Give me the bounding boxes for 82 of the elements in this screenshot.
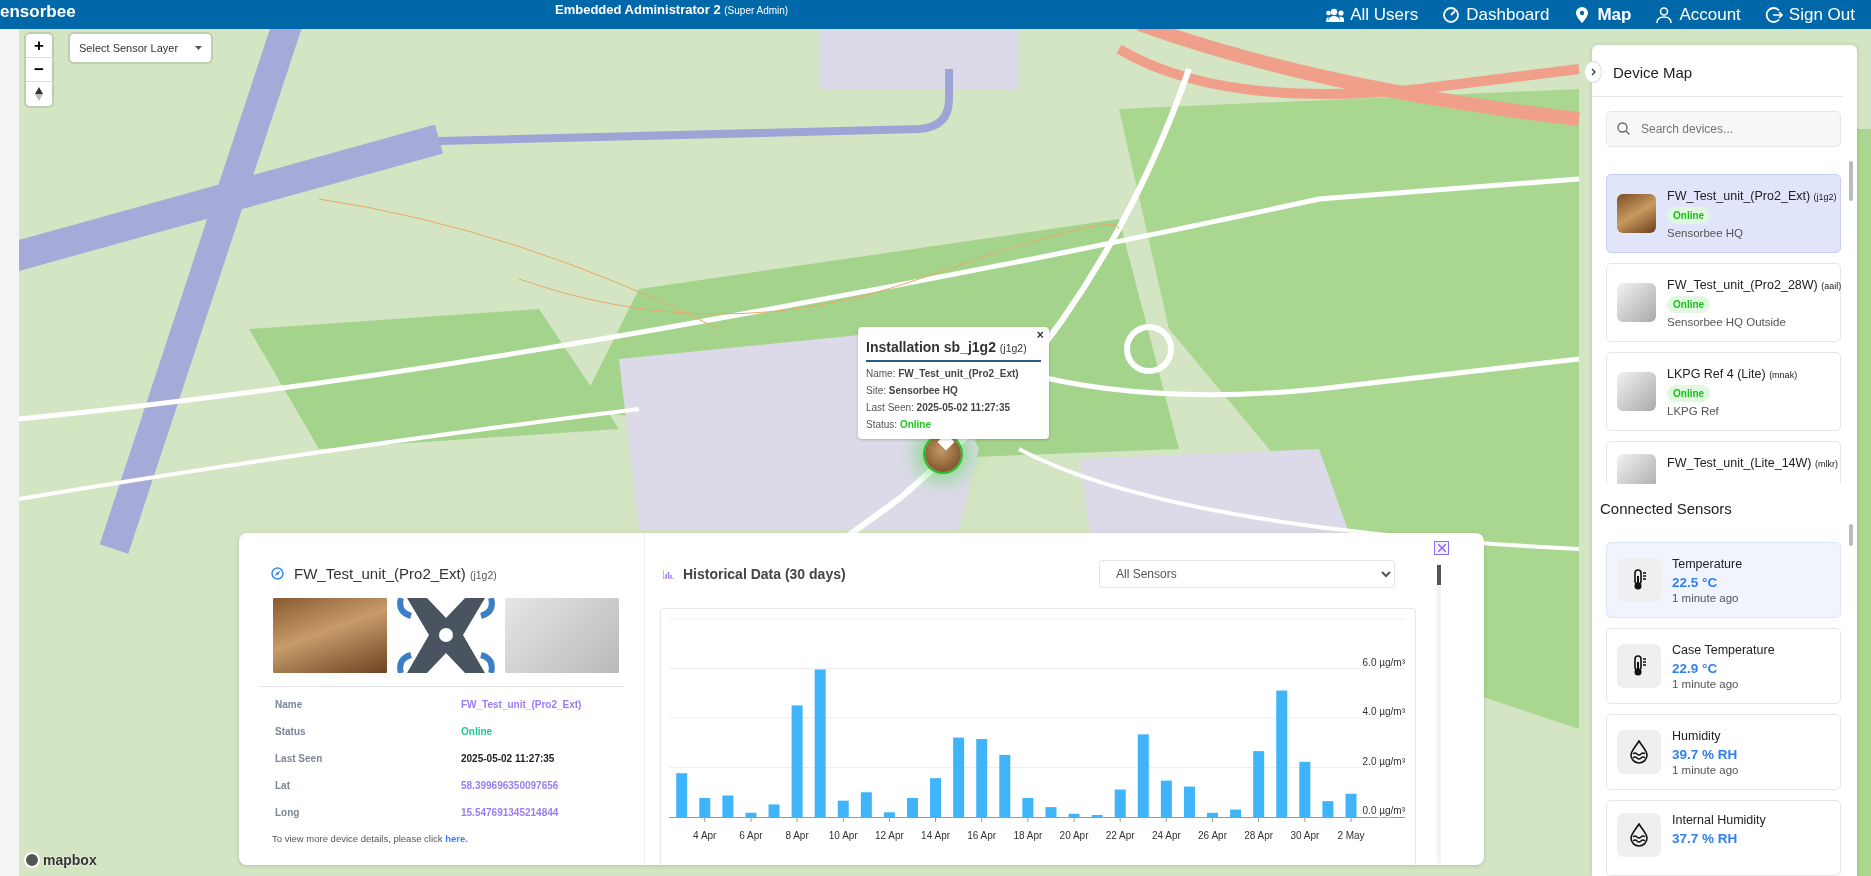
brand-name: ensorbee xyxy=(0,1,77,22)
x-tick-label: 4 Apr xyxy=(693,830,717,841)
y-tick-label: 2.0 µg/m³ xyxy=(1362,755,1405,767)
field-label: Last Seen xyxy=(275,753,324,764)
zoom-out-button[interactable]: − xyxy=(26,58,52,82)
popup-field: Site: Sensorbee HQ xyxy=(866,385,1041,396)
device-card[interactable]: FW_Test_unit_(Lite_14W) (mlkr) xyxy=(1606,441,1841,484)
x-tick-label: 28 Apr xyxy=(1244,830,1274,841)
device-site: Sensorbee HQ xyxy=(1667,226,1745,239)
x-tick-label: 18 Apr xyxy=(1013,830,1043,841)
sensor-value: 22.9 °C xyxy=(1672,660,1719,676)
sensor-card[interactable]: Temperature 22.5 °C 1 minute ago xyxy=(1606,542,1841,618)
device-card[interactable]: LKPG Ref 4 (Lite) (mnak) Online LKPG Ref xyxy=(1606,352,1841,431)
x-tick-label: 16 Apr xyxy=(967,830,997,841)
sensor-select[interactable]: All Sensors xyxy=(1099,560,1395,588)
status-badge: Online xyxy=(1667,295,1711,313)
x-tick-label: 24 Apr xyxy=(1151,830,1181,841)
device-site: Sensorbee HQ Outside xyxy=(1667,315,1787,328)
nav-link[interactable]: Dashboard xyxy=(1442,4,1550,25)
field-value: FW_Test_unit_(Pro2_Ext) xyxy=(461,699,583,710)
sensor-name: Humidity xyxy=(1672,728,1722,743)
device-card[interactable]: FW_Test_unit_(Pro2_Ext) (j1g2) Online Sensorbee HQ xyxy=(1606,174,1841,253)
x-tick-label: 30 Apr xyxy=(1290,830,1320,841)
sensor-updated: 1 minute ago xyxy=(1672,763,1739,776)
x-tick-label: 2 May xyxy=(1337,830,1365,841)
section-title: Connected Sensors xyxy=(1599,499,1733,519)
search-field[interactable]: Search devices... xyxy=(1606,111,1841,147)
field-label: Name xyxy=(275,699,304,710)
user-title: Embedded Administrator 2 (Super Admin) xyxy=(555,2,790,17)
y-tick-label: 6.0 µg/m³ xyxy=(1362,656,1405,668)
sensor-name: Internal Humidity xyxy=(1672,813,1766,827)
nav-link[interactable]: Account xyxy=(1655,4,1741,25)
nav-link[interactable]: Sign Out xyxy=(1764,4,1855,25)
x-tick-label: 20 Apr xyxy=(1059,830,1089,841)
device-name: FW_Test_unit_(Pro2_28W) (aail) xyxy=(1667,277,1842,292)
nav-link[interactable]: Map xyxy=(1573,4,1632,25)
status-badge: Online xyxy=(1667,206,1711,224)
sensor-name: Temperature xyxy=(1672,556,1743,571)
sensor-layer-dropdown[interactable]: Select Sensor Layer xyxy=(70,34,211,62)
details-link[interactable]: here. xyxy=(445,833,468,844)
x-tick-label: 10 Apr xyxy=(828,830,858,841)
sensor-value: 39.7 % RH xyxy=(1672,746,1739,762)
chart-title: Historical Data (30 days) xyxy=(683,566,846,582)
x-tick-label: 6 Apr xyxy=(739,830,763,841)
popup-title: Installation sb_j1g2 (j1g2) xyxy=(866,338,1041,362)
sensor-card[interactable]: Case Temperature 22.9 °C 1 minute ago xyxy=(1606,628,1841,704)
popup-field: Name: FW_Test_unit_(Pro2_Ext) xyxy=(866,368,1041,379)
sensor-updated: 1 minute ago xyxy=(1672,591,1740,604)
panel-title: Device Map xyxy=(1592,45,1843,97)
field-value: 2025-05-02 11:27:35 xyxy=(461,753,556,764)
sensor-card[interactable]: Internal Humidity 37.7 % RH xyxy=(1606,800,1841,876)
field-label: Long xyxy=(275,807,301,818)
y-tick-label: 4.0 µg/m³ xyxy=(1362,706,1405,717)
nav-link[interactable]: All Users xyxy=(1326,4,1419,25)
x-tick-label: 26 Apr xyxy=(1198,830,1227,841)
status-badge: Online xyxy=(1667,384,1711,402)
popup-field: Status: Online xyxy=(866,419,1041,430)
device-name: FW_Test_unit_(Pro2_Ext) (j1g2) xyxy=(1667,188,1837,203)
y-tick-label: 0.0 µg/m³ xyxy=(1362,805,1405,816)
x-tick-label: 12 Apr xyxy=(874,830,904,841)
field-value: 15.547691345214844 xyxy=(461,807,560,818)
device-name: LKPG Ref 4 (Lite) (mnak) xyxy=(1667,366,1798,381)
x-tick-label: 22 Apr xyxy=(1105,830,1135,841)
map-logo: mapbox xyxy=(24,852,97,868)
field-value: 58.399696350097656 xyxy=(461,780,560,791)
device-card[interactable]: FW_Test_unit_(Pro2_28W) (aail) Online Sensorbee HQ Outside xyxy=(1606,263,1841,342)
field-label: Lat xyxy=(275,780,291,791)
sensor-name: Case Temperature xyxy=(1672,642,1775,657)
popup-field: Last Seen: 2025-05-02 11:27:35 xyxy=(866,402,1041,413)
zoom-in-button[interactable]: + xyxy=(26,34,52,58)
sensor-value: 22.5 °C xyxy=(1672,574,1719,590)
field-value: Online xyxy=(461,726,494,737)
device-name: FW_Test_unit_(Lite_14W) (mlkr) xyxy=(1667,456,1838,470)
x-tick-label: 8 Apr xyxy=(785,830,809,841)
sensor-updated: 1 minute ago xyxy=(1672,677,1740,690)
sensor-value: 37.7 % RH xyxy=(1672,831,1739,846)
sensor-card[interactable]: Humidity 39.7 % RH 1 minute ago xyxy=(1606,714,1841,790)
x-tick-label: 14 Apr xyxy=(921,830,951,841)
details-footer-text: To view more device details, please click here. xyxy=(272,833,469,844)
field-label: Status xyxy=(275,726,307,737)
device-title: FW_Test_unit_(Pro2_Ext) (j1g2) xyxy=(294,565,497,582)
device-site: LKPG Ref xyxy=(1667,404,1720,417)
